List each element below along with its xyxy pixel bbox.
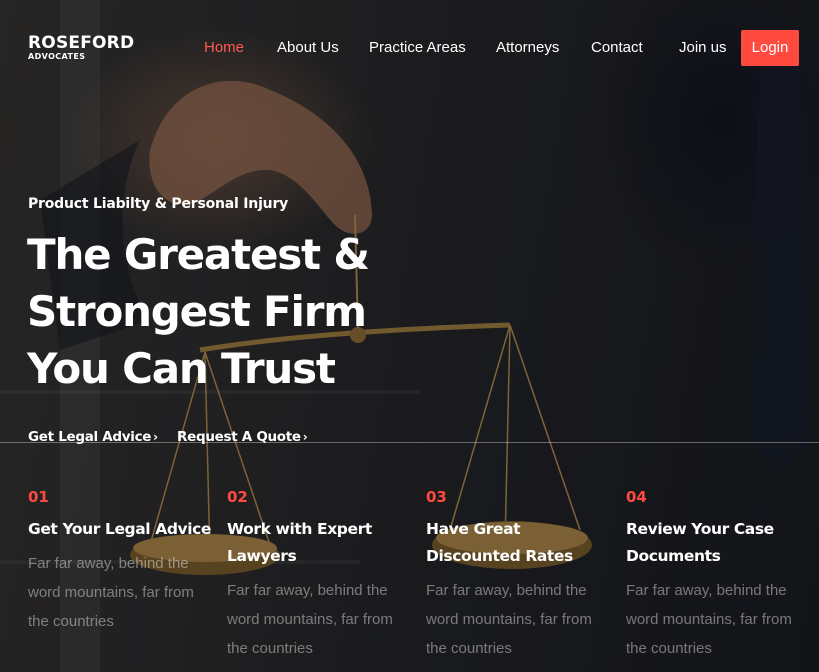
feature-number: 03: [426, 488, 447, 506]
nav-item-contact[interactable]: Contact: [591, 30, 643, 66]
nav-item-practice-areas[interactable]: Practice Areas: [369, 30, 466, 66]
headline-line-1: The Greatest &: [27, 230, 370, 279]
nav-item-home[interactable]: Home: [204, 30, 244, 66]
headline-line-3: You Can Trust: [27, 344, 336, 393]
nav-item-about-us[interactable]: About Us: [277, 30, 339, 66]
get-legal-advice-link[interactable]: Get Legal Advice ›: [28, 428, 158, 446]
feature-item: 04 Review Your Case Documents Far far aw…: [626, 486, 816, 663]
feature-title: Get Your Legal Advice: [28, 520, 212, 538]
feature-number: 04: [626, 488, 647, 506]
nav-item-attorneys[interactable]: Attorneys: [496, 30, 559, 66]
feature-description: Far far away, behind the word mountains,…: [626, 582, 792, 657]
feature-item: 02 Work with Expert Lawyers Far far away…: [227, 486, 417, 663]
feature-number: 01: [28, 488, 49, 506]
hero-eyebrow: Product Liabilty & Personal Injury: [28, 196, 289, 212]
feature-item: 01 Get Your Legal Advice Far far away, b…: [28, 486, 218, 636]
headline-line-2: Strongest Firm: [27, 287, 367, 336]
feature-item: 03 Have Great Discounted Rates Far far a…: [426, 486, 616, 663]
nav-item-join-us[interactable]: Join us: [679, 30, 727, 66]
feature-title: Have Great Discounted Rates: [426, 520, 573, 565]
login-button[interactable]: Login: [741, 30, 799, 66]
feature-number: 02: [227, 488, 248, 506]
feature-title: Work with Expert Lawyers: [227, 520, 372, 565]
feature-title: Review Your Case Documents: [626, 520, 774, 565]
feature-description: Far far away, behind the word mountains,…: [227, 582, 393, 657]
request-quote-link[interactable]: Request A Quote ›: [177, 428, 308, 446]
feature-description: Far far away, behind the word mountains,…: [28, 555, 194, 630]
main-navigation: Home About Us Practice Areas Attorneys C…: [0, 30, 819, 66]
hero-headline: The Greatest & Strongest Firm You Can Tr…: [27, 226, 387, 397]
hero-divider: [0, 442, 819, 443]
feature-description: Far far away, behind the word mountains,…: [426, 582, 592, 657]
